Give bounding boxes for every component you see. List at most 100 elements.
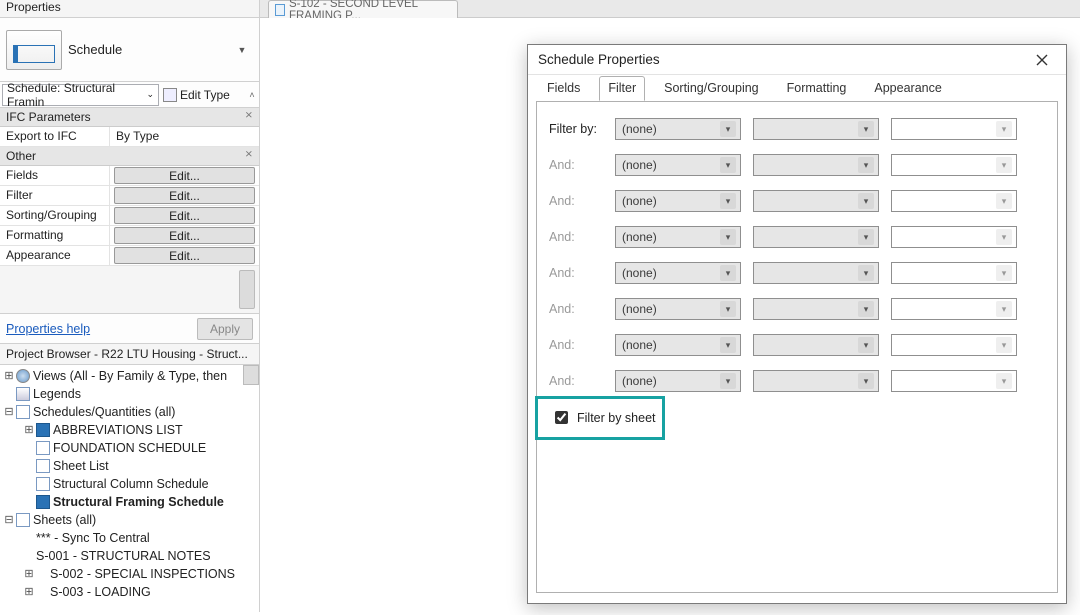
legends-icon xyxy=(16,387,30,401)
views-icon xyxy=(16,369,30,383)
tree-sheet-s001[interactable]: S-001 - STRUCTURAL NOTES xyxy=(36,549,211,563)
tab-filter[interactable]: Filter xyxy=(599,76,645,101)
param-row-formatting: Formatting Edit... xyxy=(0,226,259,246)
tab-fields[interactable]: Fields xyxy=(538,76,589,101)
tab-appearance[interactable]: Appearance xyxy=(865,76,950,101)
highlight-annotation xyxy=(535,396,665,440)
edit-filter-button[interactable]: Edit... xyxy=(114,187,255,204)
chevron-up-icon[interactable]: ˄ xyxy=(245,90,259,100)
chevron-down-icon: ⌄ xyxy=(146,89,154,100)
filter-value-combo-7[interactable]: ▾ xyxy=(891,334,1017,356)
expand-icon[interactable]: ⊞ xyxy=(22,423,36,437)
collapse-icon: ⨯ xyxy=(245,149,253,163)
and-label: And: xyxy=(549,266,603,280)
edit-fields-button[interactable]: Edit... xyxy=(114,167,255,184)
filter-field-combo-1[interactable]: (none)▾ xyxy=(615,118,741,140)
tab-formatting[interactable]: Formatting xyxy=(778,76,856,101)
tree-scrollbar[interactable] xyxy=(243,365,259,385)
filter-field-combo-8[interactable]: (none)▾ xyxy=(615,370,741,392)
tree-item-abbreviations[interactable]: ABBREVIATIONS LIST xyxy=(53,423,183,437)
expand-icon[interactable]: ⊞ xyxy=(2,369,16,383)
expand-icon[interactable]: ⊞ xyxy=(22,585,36,599)
filter-value-combo-1[interactable]: ▾ xyxy=(891,118,1017,140)
tree-schedules-node[interactable]: Schedules/Quantities (all) xyxy=(33,405,175,419)
filter-field-combo-7[interactable]: (none)▾ xyxy=(615,334,741,356)
instance-combo[interactable]: Schedule: Structural Framin ⌄ xyxy=(2,84,159,106)
collapse-icon[interactable]: ⊟ xyxy=(2,405,16,419)
filter-operator-combo-1[interactable]: ▾ xyxy=(753,118,879,140)
filter-operator-combo-7[interactable]: ▾ xyxy=(753,334,879,356)
tab-sorting[interactable]: Sorting/Grouping xyxy=(655,76,768,101)
param-row-export-ifc[interactable]: Export to IFC By Type xyxy=(0,127,259,147)
category-ifc-parameters[interactable]: IFC Parameters⨯ xyxy=(0,108,259,127)
filter-operator-combo-5[interactable]: ▾ xyxy=(753,262,879,284)
schedule-item-icon xyxy=(36,459,50,473)
sheet-icon xyxy=(275,4,285,16)
filter-value-combo-5[interactable]: ▾ xyxy=(891,262,1017,284)
tree-item-column-schedule[interactable]: Structural Column Schedule xyxy=(53,477,209,491)
left-sidebar: Properties Schedule ▼ Schedule: Structur… xyxy=(0,0,260,612)
category-other[interactable]: Other⨯ xyxy=(0,147,259,166)
filter-operator-combo-4[interactable]: ▾ xyxy=(753,226,879,248)
edit-appearance-button[interactable]: Edit... xyxy=(114,247,255,264)
filter-value-combo-3[interactable]: ▾ xyxy=(891,190,1017,212)
filter-operator-combo-8[interactable]: ▾ xyxy=(753,370,879,392)
and-label: And: xyxy=(549,338,603,352)
project-browser-tree[interactable]: ⊞ Views (All - By Family & Type, then Le… xyxy=(0,365,259,615)
filter-operator-combo-3[interactable]: ▾ xyxy=(753,190,879,212)
param-row-filter: Filter Edit... xyxy=(0,186,259,206)
edit-type-button[interactable]: Edit Type xyxy=(163,84,243,106)
filter-value-combo-2[interactable]: ▾ xyxy=(891,154,1017,176)
document-tab-bar: S-102 - SECOND LEVEL FRAMING P... xyxy=(260,0,1080,18)
param-row-fields: Fields Edit... xyxy=(0,166,259,186)
edit-sorting-button[interactable]: Edit... xyxy=(114,207,255,224)
filter-value-combo-6[interactable]: ▾ xyxy=(891,298,1017,320)
chevron-down-icon[interactable]: ▼ xyxy=(233,41,251,59)
tree-sheet-sync[interactable]: *** - Sync To Central xyxy=(36,531,150,545)
apply-button[interactable]: Apply xyxy=(197,318,253,340)
type-selector-label: Schedule xyxy=(68,42,233,57)
tree-item-foundation[interactable]: FOUNDATION SCHEDULE xyxy=(53,441,206,455)
properties-panel-title: Properties xyxy=(0,0,259,18)
tree-item-sheetlist[interactable]: Sheet List xyxy=(53,459,109,473)
properties-help-link[interactable]: Properties help xyxy=(6,322,90,336)
filter-operator-combo-6[interactable]: ▾ xyxy=(753,298,879,320)
and-label: And: xyxy=(549,158,603,172)
filter-operator-combo-2[interactable]: ▾ xyxy=(753,154,879,176)
close-button[interactable] xyxy=(1028,49,1056,71)
and-label: And: xyxy=(549,374,603,388)
schedules-icon xyxy=(16,405,30,419)
edit-formatting-button[interactable]: Edit... xyxy=(114,227,255,244)
properties-scrollbar[interactable] xyxy=(0,266,259,314)
schedule-properties-dialog: Schedule Properties Fields Filter Sortin… xyxy=(527,44,1067,604)
schedule-item-icon xyxy=(36,477,50,491)
close-icon xyxy=(1036,54,1048,66)
schedule-item-icon xyxy=(36,495,50,509)
filter-by-label: Filter by: xyxy=(549,122,603,136)
filter-field-combo-4[interactable]: (none)▾ xyxy=(615,226,741,248)
dialog-tabs: Fields Filter Sorting/Grouping Formattin… xyxy=(528,75,1066,101)
filter-value-combo-8[interactable]: ▾ xyxy=(891,370,1017,392)
tree-sheet-s003[interactable]: S-003 - LOADING xyxy=(50,585,151,599)
filter-value-combo-4[interactable]: ▾ xyxy=(891,226,1017,248)
filter-field-combo-3[interactable]: (none)▾ xyxy=(615,190,741,212)
filter-field-combo-6[interactable]: (none)▾ xyxy=(615,298,741,320)
document-tab[interactable]: S-102 - SECOND LEVEL FRAMING P... xyxy=(268,0,458,18)
filter-field-combo-5[interactable]: (none)▾ xyxy=(615,262,741,284)
collapse-icon[interactable]: ⊟ xyxy=(2,513,16,527)
dialog-body: Filter by: (none)▾ ▾ ▾ And: (none)▾ ▾ ▾ … xyxy=(536,101,1058,593)
tree-views-node[interactable]: Views (All - By Family & Type, then xyxy=(33,369,227,383)
filter-field-combo-2[interactable]: (none)▾ xyxy=(615,154,741,176)
tree-sheets-node[interactable]: Sheets (all) xyxy=(33,513,96,527)
and-label: And: xyxy=(549,230,603,244)
type-selector[interactable]: Schedule ▼ xyxy=(0,18,259,82)
and-label: And: xyxy=(549,302,603,316)
schedule-item-icon xyxy=(36,441,50,455)
edit-type-icon xyxy=(163,88,177,102)
tree-sheet-s002[interactable]: S-002 - SPECIAL INSPECTIONS xyxy=(50,567,235,581)
instance-value: Schedule: Structural Framin xyxy=(7,81,146,109)
expand-icon[interactable]: ⊞ xyxy=(22,567,36,581)
tree-legends-node[interactable]: Legends xyxy=(33,387,81,401)
param-row-appearance: Appearance Edit... xyxy=(0,246,259,266)
tree-item-framing-schedule[interactable]: Structural Framing Schedule xyxy=(53,495,224,509)
